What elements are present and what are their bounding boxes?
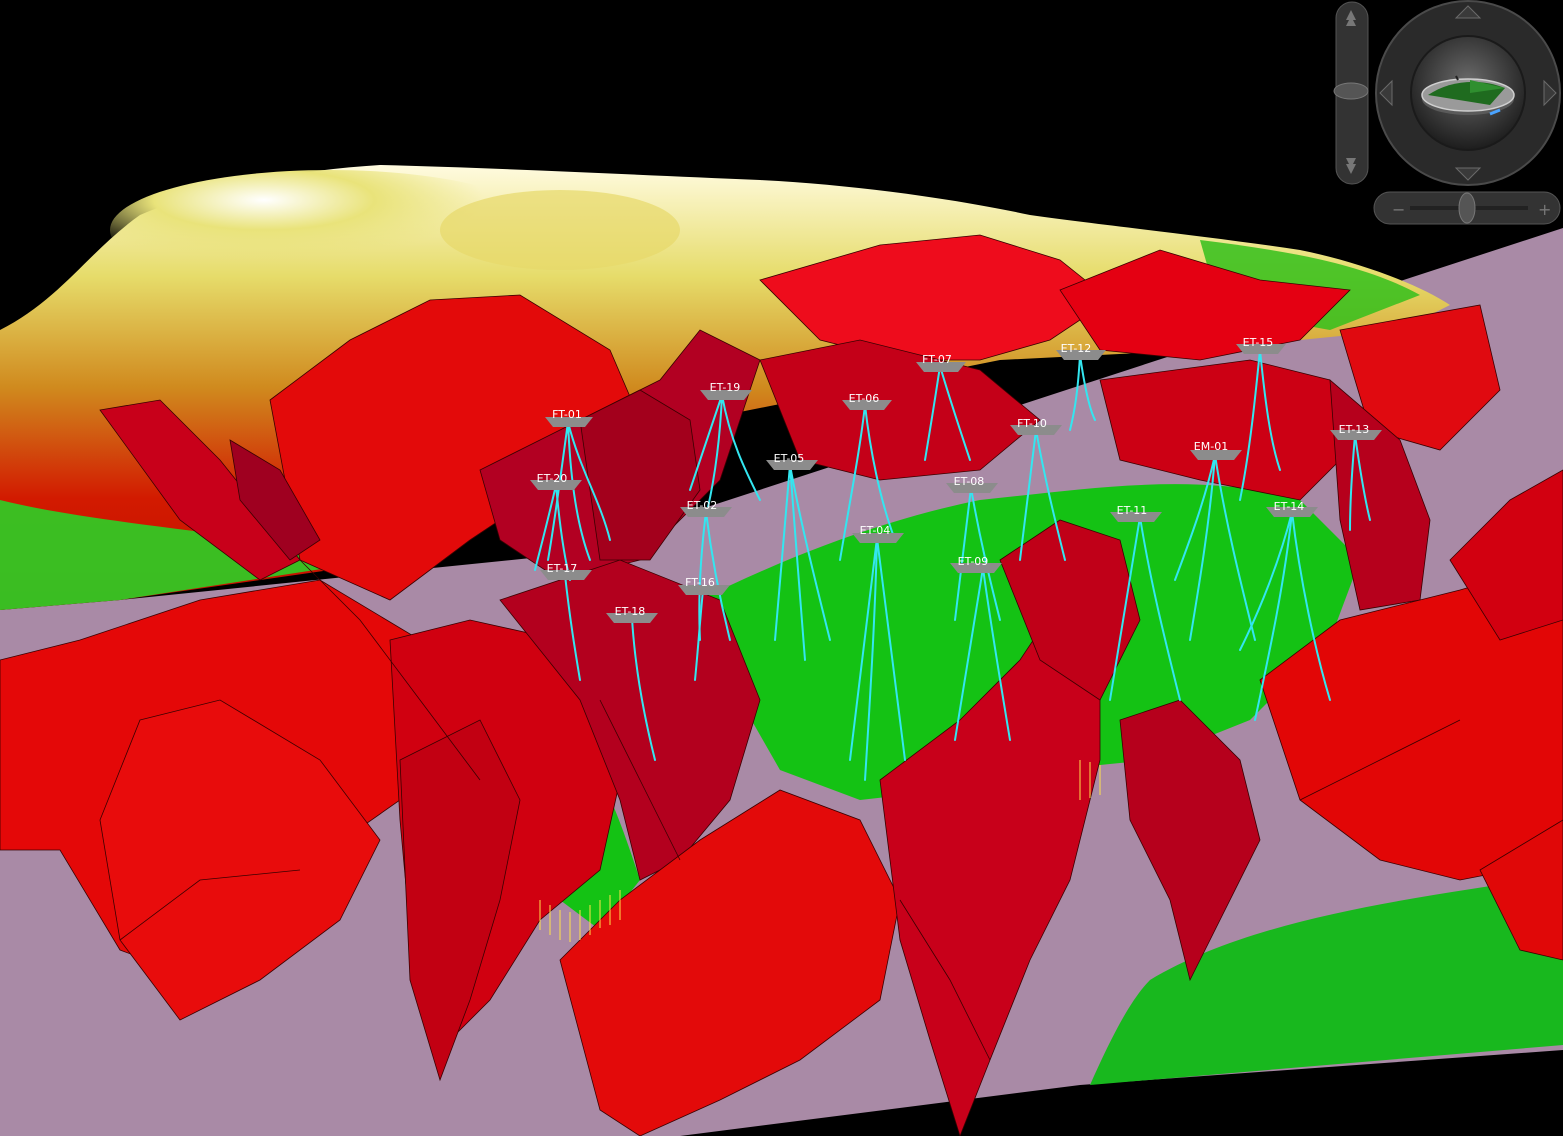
- zoom-in-icon[interactable]: +: [1538, 200, 1551, 219]
- well-label: ET-02: [687, 499, 718, 512]
- well-label: EM-01: [1194, 440, 1228, 453]
- zoom-out-icon[interactable]: −: [1392, 200, 1405, 219]
- compass-icon[interactable]: [1412, 37, 1524, 149]
- well-label: ET-17: [547, 562, 578, 575]
- well-label: FT-07: [922, 353, 952, 366]
- well-label: ET-05: [774, 452, 805, 465]
- well-label: ET-15: [1243, 336, 1274, 349]
- well-label: ET-13: [1339, 423, 1370, 436]
- well-label: ET-19: [710, 381, 741, 394]
- well-label: ET-18: [615, 605, 646, 618]
- tilt-slider[interactable]: [1333, 1, 1369, 185]
- well-label: ET-11: [1117, 504, 1148, 517]
- well-label: ET-20: [537, 472, 568, 485]
- well-label: FT-01: [552, 408, 582, 421]
- well-label: ET-09: [958, 555, 989, 568]
- 3d-viewport[interactable]: FT-01 ET-19 ET-06 FT-07 ET-12 ET-15 ET-2…: [0, 0, 1563, 1136]
- well-label: ET-06: [849, 392, 880, 405]
- navigation-control[interactable]: − +: [1333, 0, 1561, 225]
- well-label: FT-10: [1017, 417, 1047, 430]
- zoom-slider[interactable]: − +: [1373, 191, 1561, 225]
- well-label: FT-16: [685, 576, 715, 589]
- well-label: ET-08: [954, 475, 985, 488]
- well-label: ET-04: [860, 524, 891, 537]
- well-label: ET-12: [1061, 342, 1092, 355]
- well-label: ET-14: [1274, 500, 1305, 513]
